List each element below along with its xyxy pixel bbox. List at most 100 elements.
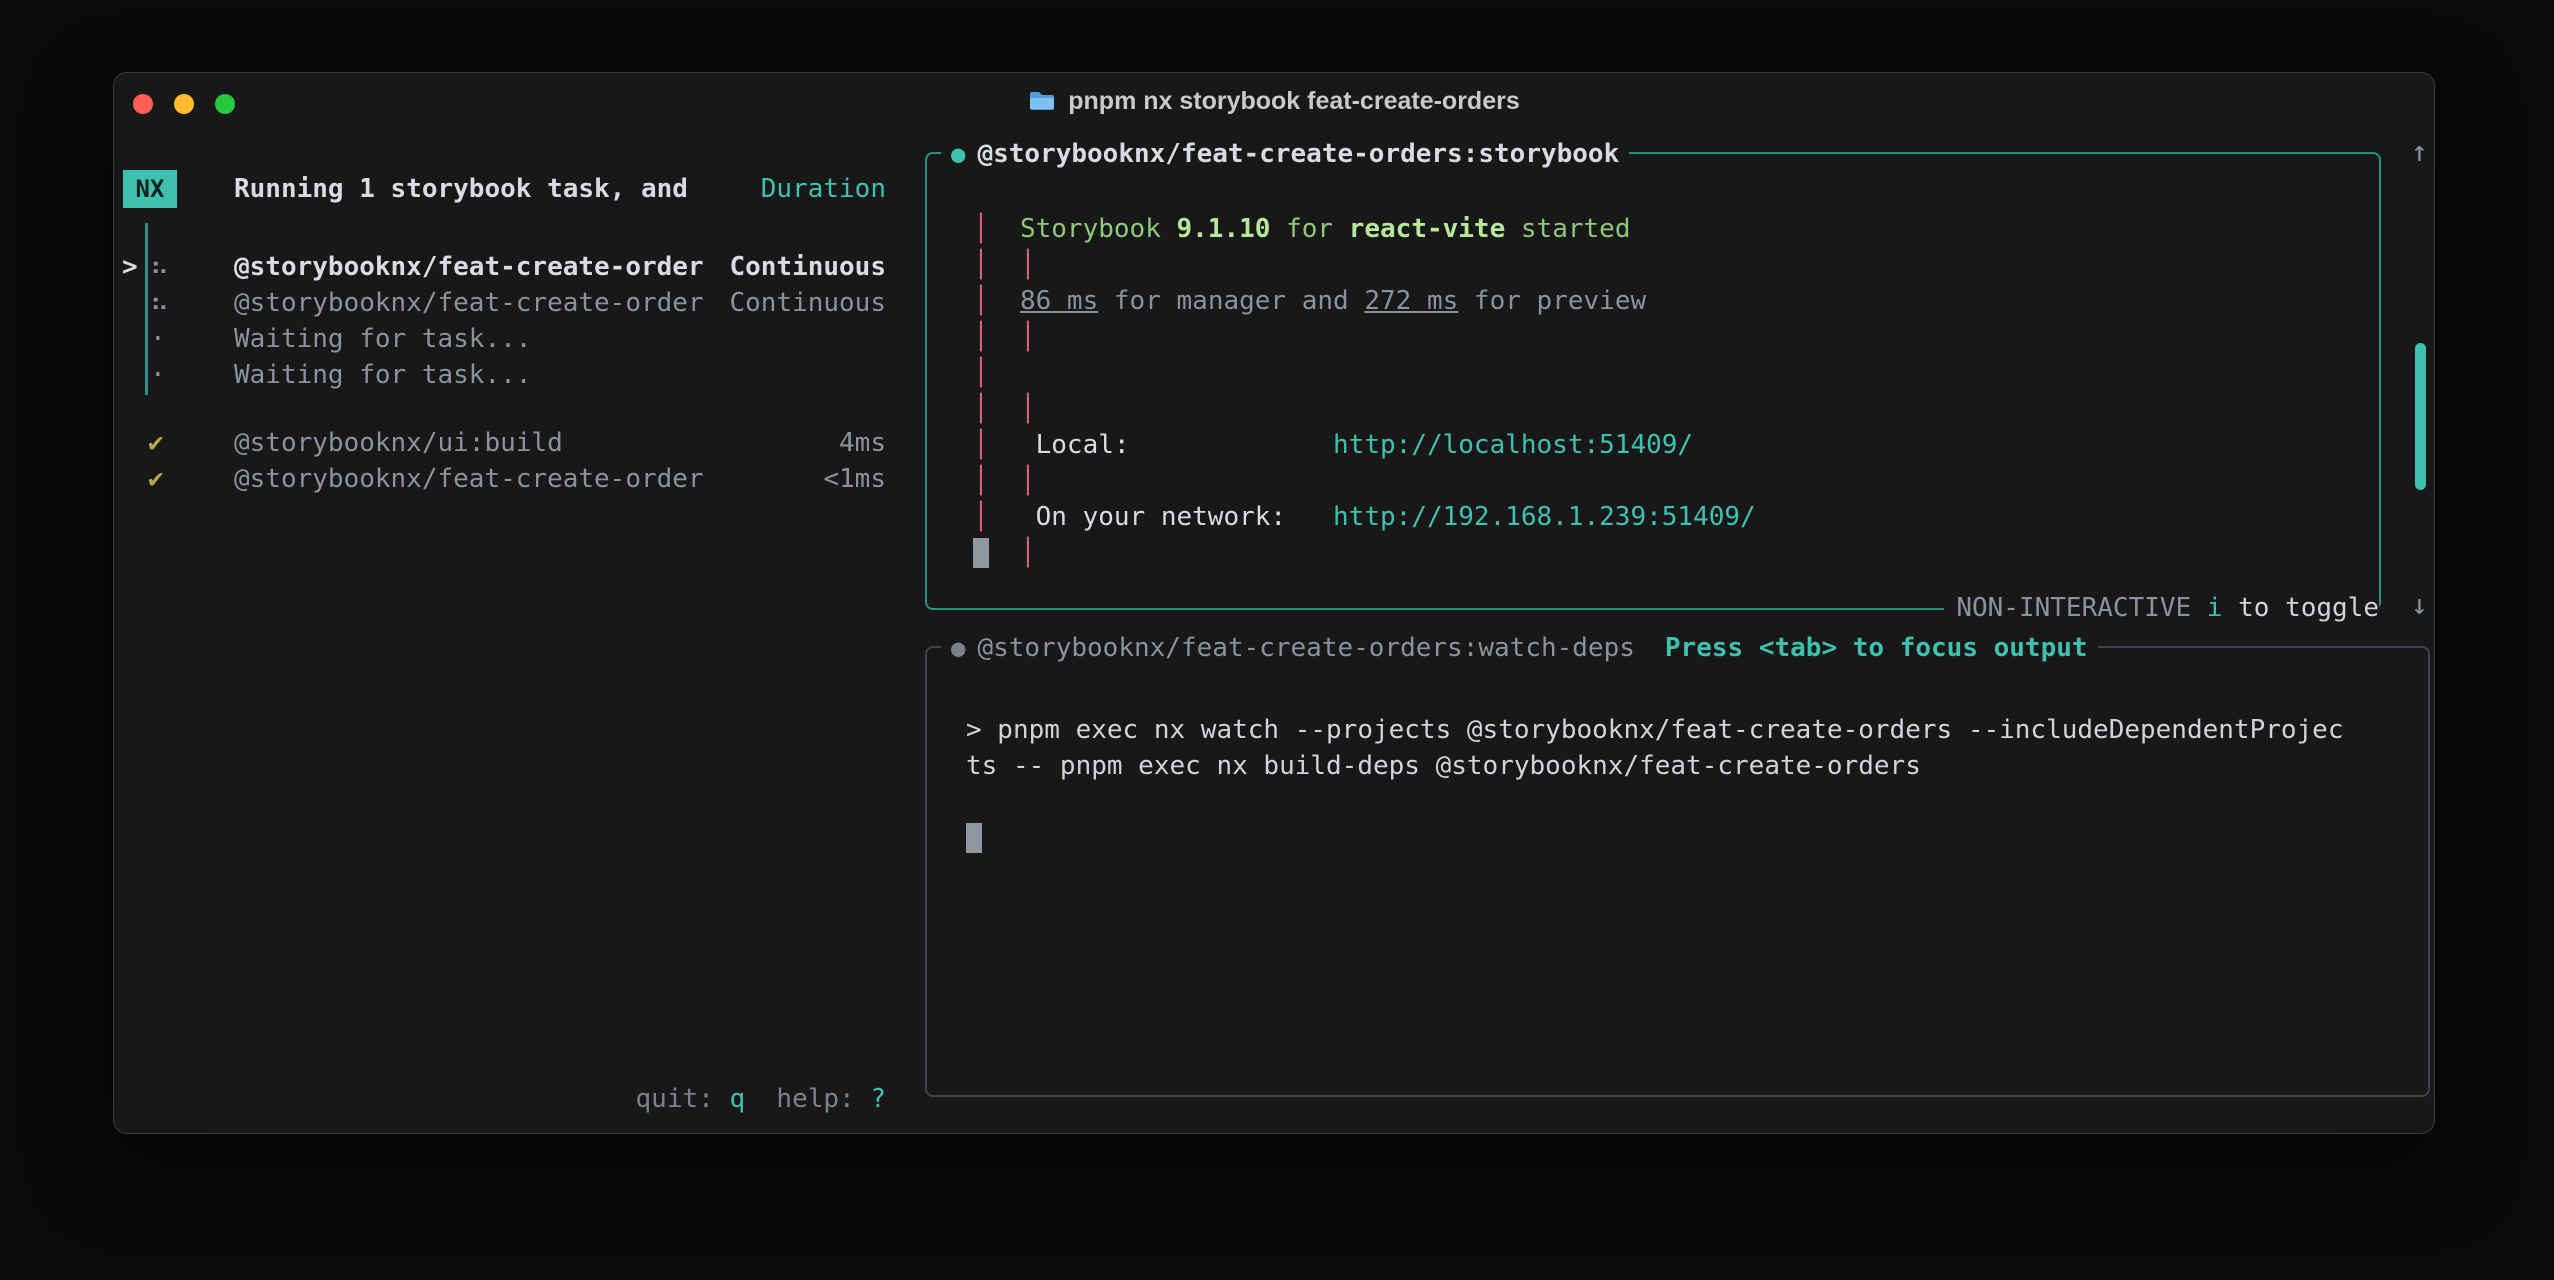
task-spinner-icon: ⠦ [150,249,169,285]
terminal-line: │ │ [973,247,1756,283]
text-segment: │ [973,214,989,244]
text-segment: │ [973,430,989,460]
task-status: Continuous [729,249,886,285]
terminal-cursor [966,823,982,853]
task-duration: 4ms [839,425,886,461]
text-segment: │ [973,502,989,532]
text-segment: for [1270,214,1348,244]
terminal-line [966,784,2344,820]
task-name: Waiting for task... [234,321,531,357]
task-list-header-text: Running 1 storybook task, and [234,174,688,204]
task-row[interactable]: · Waiting for task... [114,321,886,357]
noninteractive-hint: NON-INTERACTIVE i to toggle [1944,590,2379,626]
text-segment: │ [973,286,989,316]
nx-logo-badge: NX [123,170,177,208]
text-segment: │ [973,394,989,424]
text-segment: │ [973,322,989,352]
text-segment: 272 ms [1364,286,1458,316]
task-name: @storybooknx/feat-create-order [234,249,704,285]
storybook-panel: ● @storybooknx/feat-create-orders:storyb… [925,152,2381,610]
watch-deps-task-name: @storybooknx/feat-create-orders:watch-de… [977,630,1634,666]
scrollbar-thumb[interactable] [2415,343,2426,490]
storybook-task-name: @storybooknx/feat-create-orders:storyboo… [977,136,1619,172]
terminal-line: │ [973,355,1756,391]
terminal-line: │ 86 ms for manager and 272 ms for previ… [973,283,1756,319]
folder-icon [1028,90,1056,112]
text-segment: > pnpm exec nx watch --projects @storybo… [966,715,2344,745]
terminal-line [966,820,2344,856]
idle-status-dot: ● [951,630,965,666]
text-segment: │ [989,538,1036,568]
terminal-window: pnpm nx storybook feat-create-orders NX … [113,72,2435,1134]
text-segment: │ [989,322,1036,352]
text-segment: NON-INTERACTIVE [1956,593,2206,623]
task-list-header: Running 1 storybook task, and Duration [234,170,886,208]
terminal-line: ts -- pnpm exec nx build-deps @storybook… [966,748,2344,784]
task-name: @storybooknx/ui:build [234,425,563,461]
quit-help-hints: quit: q help: ? [114,1081,886,1117]
terminal-line: │ │ [973,463,1756,499]
watch-deps-panel-title: ● @storybooknx/feat-create-orders:watch-… [941,630,2098,666]
text-segment: ? [870,1084,886,1114]
completed-task-row[interactable]: ✔ @storybooknx/feat-create-order <1ms [114,461,886,497]
checkmark-icon: ✔ [148,425,164,461]
terminal-line: > pnpm exec nx watch --projects @storybo… [966,712,2344,748]
terminal-line: │ Local: http://localhost:51409/ [973,427,1756,463]
url-link[interactable]: http://192.168.1.239:51409/ [1333,502,1756,532]
task-spinner-icon: · [150,321,166,357]
text-segment: Local: [989,430,1333,460]
task-status: Continuous [729,285,886,321]
text-segment: 86 ms [1020,286,1098,316]
text-segment: │ [973,358,989,388]
terminal-line: │ │ [973,391,1756,427]
terminal-line: │ Storybook 9.1.10 for react-vite starte… [973,211,1756,247]
checkmark-icon: ✔ [148,461,164,497]
text-segment: │ [989,394,1036,424]
task-spinner-icon: · [150,357,166,393]
text-segment: On your network: [989,502,1333,532]
text-segment: │ [973,466,989,496]
text-segment: react-vite [1349,214,1506,244]
text-segment: │ [989,250,1036,280]
task-row[interactable]: ⠦ @storybooknx/feat-create-order Continuou… [114,285,886,321]
terminal-line: │ On your network: http://192.168.1.239:… [973,499,1756,535]
text-segment: │ [973,250,989,280]
focus-output-hint: Press <tab> to focus output [1665,630,2088,666]
watch-deps-panel: ● @storybooknx/feat-create-orders:watch-… [925,646,2430,1097]
text-segment: for manager and [1098,286,1364,316]
titlebar[interactable]: pnpm nx storybook feat-create-orders [114,73,2434,129]
task-name: Waiting for task... [234,357,531,393]
task-row[interactable]: · Waiting for task... [114,357,886,393]
text-segment: help: [745,1084,870,1114]
text-segment: 9.1.10 [1177,214,1271,244]
terminal-line: │ │ [973,319,1756,355]
window-title: pnpm nx storybook feat-create-orders [114,73,2434,129]
task-name: @storybooknx/feat-create-order [234,285,704,321]
window-title-text: pnpm nx storybook feat-create-orders [1068,83,1520,119]
completed-task-row[interactable]: ✔ @storybooknx/ui:build 4ms [114,425,886,461]
scroll-up-arrow[interactable]: ↑ [2411,134,2428,170]
text-segment: to toggle [2222,593,2379,623]
text-segment: for preview [1458,286,1646,316]
watch-output: > pnpm exec nx watch --projects @storybo… [966,712,2344,856]
scroll-down-arrow[interactable]: ↓ [2411,587,2428,623]
text-segment: i [2207,593,2223,623]
duration-column-label: Duration [761,170,886,208]
text-segment: started [1505,214,1630,244]
task-duration: <1ms [823,461,886,497]
text-segment: Storybook [989,214,1177,244]
completed-task-list: ✔ @storybooknx/ui:build 4ms ✔ @storybooknx/f… [114,425,886,497]
task-spinner-icon: ⠦ [150,285,169,321]
terminal-line: │ [973,535,1756,571]
text-segment: quit: [636,1084,730,1114]
task-name: @storybooknx/feat-create-order [234,461,704,497]
text-segment: q [729,1084,745,1114]
storybook-output: │ Storybook 9.1.10 for react-vite starte… [973,211,1756,571]
text-segment: ts -- pnpm exec nx build-deps @storybook… [966,751,1921,781]
url-link[interactable]: http://localhost:51409/ [1333,430,1693,460]
storybook-panel-title: ● @storybooknx/feat-create-orders:storyb… [941,136,1629,172]
task-row[interactable]: ⠦ @storybooknx/feat-create-order Continuou… [114,249,886,285]
text-segment: │ [989,466,1036,496]
running-status-dot: ● [951,136,965,172]
task-list: ⠦ @storybooknx/feat-create-order Continuou… [114,249,886,393]
